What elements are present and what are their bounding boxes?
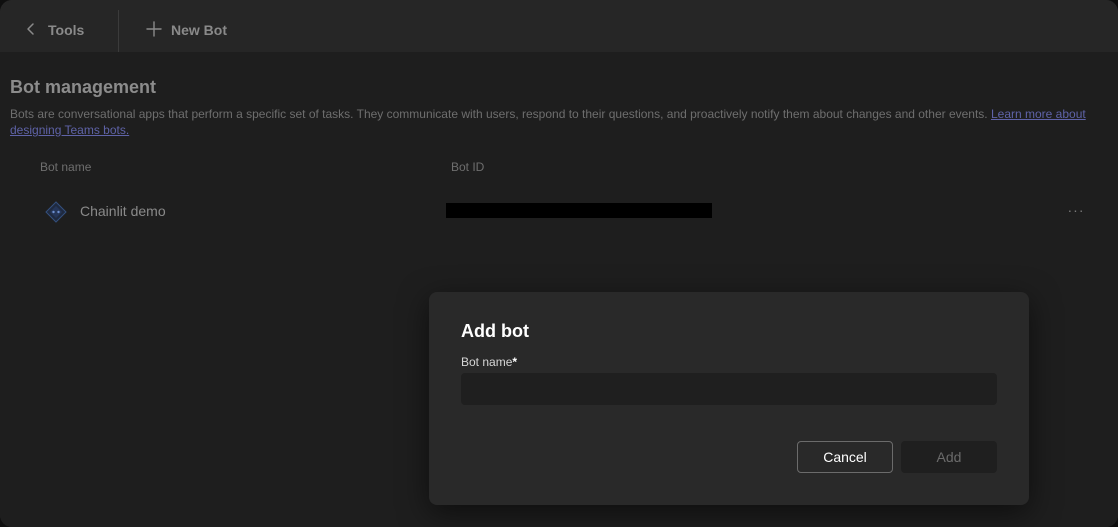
table-row[interactable]: Chainlit demo ··· — [0, 190, 1118, 234]
back-button-label: Tools — [48, 22, 85, 38]
app-window: Tools New Bot Bot management Bots are co… — [0, 0, 1118, 527]
bot-name-input[interactable] — [461, 373, 997, 405]
description-text: Bots are conversational apps that perfor… — [10, 107, 988, 121]
chevron-left-icon — [24, 22, 38, 39]
dialog-title: Add bot — [461, 321, 529, 341]
toolbar-divider — [118, 10, 119, 54]
more-options-icon[interactable]: ··· — [1064, 198, 1088, 222]
add-button[interactable]: Add — [901, 441, 997, 473]
column-header-bot-name[interactable]: Bot name — [40, 160, 91, 174]
bot-icon — [44, 200, 68, 224]
new-bot-button[interactable]: New Bot — [146, 14, 227, 46]
bot-id-cell — [446, 203, 712, 218]
bot-name-label-text: Bot name — [461, 355, 513, 369]
new-bot-label: New Bot — [171, 22, 227, 38]
plus-icon — [146, 20, 162, 40]
bot-name-cell: Chainlit demo — [80, 203, 166, 219]
page-title: Bot management — [10, 77, 157, 97]
cancel-button[interactable]: Cancel — [797, 441, 893, 473]
back-to-tools-button[interactable]: Tools — [24, 14, 84, 46]
bot-name-label: Bot name* — [461, 355, 517, 369]
page-description: Bots are conversational apps that perfor… — [10, 106, 1090, 138]
column-header-bot-id[interactable]: Bot ID — [451, 160, 484, 174]
toolbar: Tools New Bot — [0, 0, 1118, 60]
add-bot-dialog: Add bot Bot name* Cancel Add — [429, 292, 1029, 505]
required-marker: * — [512, 355, 518, 369]
